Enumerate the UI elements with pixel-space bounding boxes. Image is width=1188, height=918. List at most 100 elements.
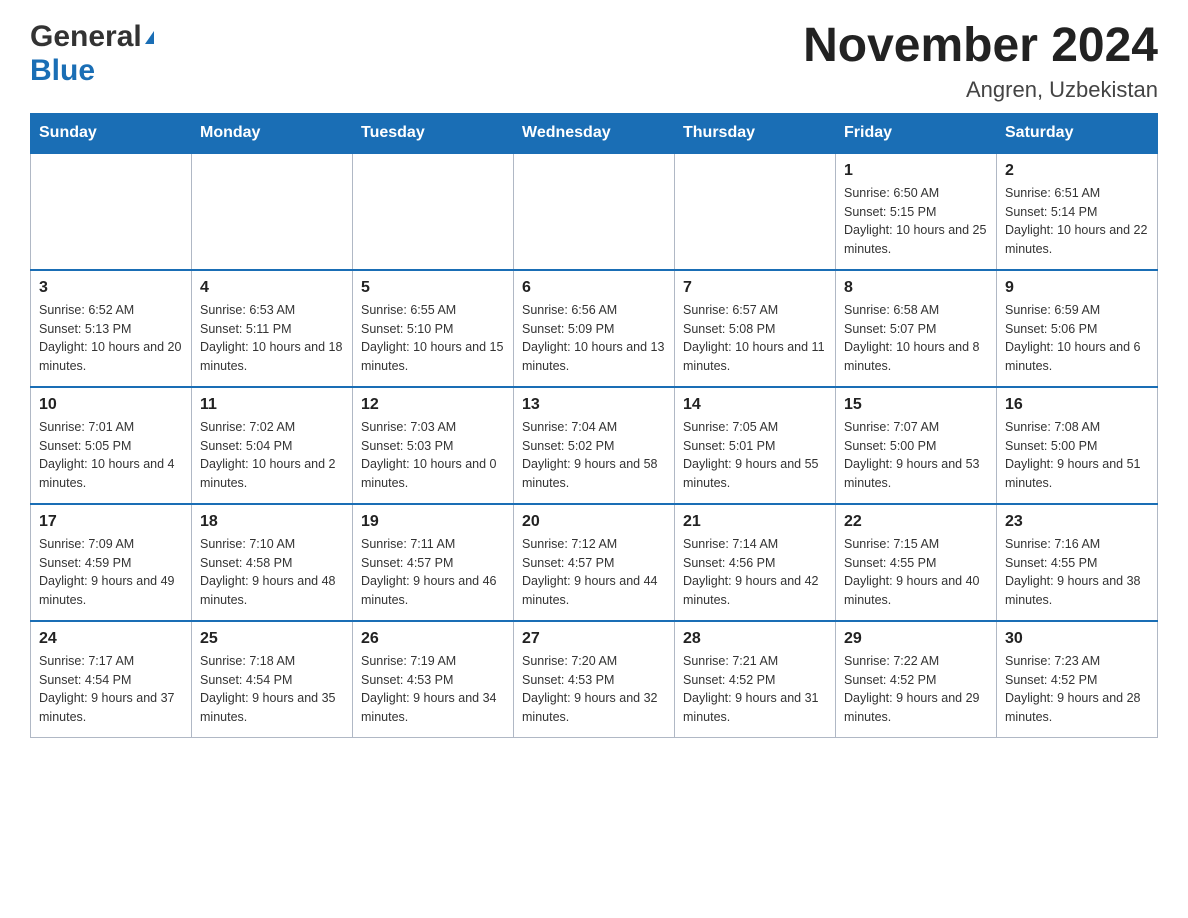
- month-title: November 2024: [803, 20, 1158, 73]
- day-number: 10: [39, 396, 183, 414]
- logo-general-text: General: [30, 20, 154, 53]
- logo-blue-text: Blue: [30, 54, 95, 88]
- day-info: Sunrise: 7:19 AMSunset: 4:53 PMDaylight:…: [361, 652, 505, 727]
- calendar-table: SundayMondayTuesdayWednesdayThursdayFrid…: [30, 113, 1158, 738]
- location: Angren, Uzbekistan: [803, 77, 1158, 103]
- logo-text: General: [30, 20, 154, 54]
- day-number: 26: [361, 630, 505, 648]
- calendar-cell: 19 Sunrise: 7:11 AMSunset: 4:57 PMDayligh…: [353, 504, 514, 621]
- calendar-cell: [353, 153, 514, 270]
- calendar-cell: [675, 153, 836, 270]
- calendar-cell: 8 Sunrise: 6:58 AMSunset: 5:07 PMDaylight…: [836, 270, 997, 387]
- calendar-cell: 30 Sunrise: 7:23 AMSunset: 4:52 PMDayligh…: [997, 621, 1158, 738]
- calendar-cell: 23 Sunrise: 7:16 AMSunset: 4:55 PMDayligh…: [997, 504, 1158, 621]
- calendar-cell: 13Sunrise: 7:04 AMSunset: 5:02 PMDayligh…: [514, 387, 675, 504]
- day-info: Sunrise: 7:16 AMSunset: 4:55 PMDaylight:…: [1005, 535, 1149, 610]
- page-header: General Blue November 2024 Angren, Uzbek…: [30, 20, 1158, 103]
- weekday-header-wednesday: Wednesday: [514, 113, 675, 153]
- calendar-cell: 21Sunrise: 7:14 AMSunset: 4:56 PMDayligh…: [675, 504, 836, 621]
- weekday-header-thursday: Thursday: [675, 113, 836, 153]
- week-row-0: 1 Sunrise: 6:50 AMSunset: 5:15 PMDaylight…: [31, 153, 1158, 270]
- day-number: 12: [361, 396, 505, 414]
- day-number: 17: [39, 513, 183, 531]
- day-info: Sunrise: 7:04 AMSunset: 5:02 PMDaylight:…: [522, 418, 666, 493]
- day-info: Sunrise: 7:12 AMSunset: 4:57 PMDaylight:…: [522, 535, 666, 610]
- day-info: Sunrise: 7:09 AMSunset: 4:59 PMDaylight:…: [39, 535, 183, 610]
- calendar-cell: 16 Sunrise: 7:08 AMSunset: 5:00 PMDayligh…: [997, 387, 1158, 504]
- day-number: 23: [1005, 513, 1149, 531]
- calendar-cell: [192, 153, 353, 270]
- day-number: 18: [200, 513, 344, 531]
- day-number: 9: [1005, 279, 1149, 297]
- day-number: 28: [683, 630, 827, 648]
- week-row-2: 10 Sunrise: 7:01 AMSunset: 5:05 PMDayligh…: [31, 387, 1158, 504]
- day-number: 8: [844, 279, 988, 297]
- weekday-header-row: SundayMondayTuesdayWednesdayThursdayFrid…: [31, 113, 1158, 153]
- calendar-cell: 17 Sunrise: 7:09 AMSunset: 4:59 PMDayligh…: [31, 504, 192, 621]
- day-number: 25: [200, 630, 344, 648]
- weekday-header-friday: Friday: [836, 113, 997, 153]
- day-info: Sunrise: 7:23 AMSunset: 4:52 PMDaylight:…: [1005, 652, 1149, 727]
- calendar-cell: 2Sunrise: 6:51 AMSunset: 5:14 PMDaylight…: [997, 153, 1158, 270]
- calendar-cell: 28Sunrise: 7:21 AMSunset: 4:52 PMDayligh…: [675, 621, 836, 738]
- calendar-cell: 9 Sunrise: 6:59 AMSunset: 5:06 PMDaylight…: [997, 270, 1158, 387]
- calendar-cell: [514, 153, 675, 270]
- day-info: Sunrise: 7:11 AMSunset: 4:57 PMDaylight:…: [361, 535, 505, 610]
- day-number: 6: [522, 279, 666, 297]
- day-info: Sunrise: 7:03 AMSunset: 5:03 PMDaylight:…: [361, 418, 505, 493]
- day-number: 16: [1005, 396, 1149, 414]
- day-number: 4: [200, 279, 344, 297]
- day-info: Sunrise: 7:07 AMSunset: 5:00 PMDaylight:…: [844, 418, 988, 493]
- day-info: Sunrise: 6:59 AMSunset: 5:06 PMDaylight:…: [1005, 301, 1149, 376]
- day-info: Sunrise: 6:50 AMSunset: 5:15 PMDaylight:…: [844, 184, 988, 259]
- day-number: 2: [1005, 162, 1149, 180]
- day-number: 14: [683, 396, 827, 414]
- day-info: Sunrise: 7:10 AMSunset: 4:58 PMDaylight:…: [200, 535, 344, 610]
- calendar-cell: 4 Sunrise: 6:53 AMSunset: 5:11 PMDaylight…: [192, 270, 353, 387]
- day-number: 20: [522, 513, 666, 531]
- day-number: 27: [522, 630, 666, 648]
- day-number: 19: [361, 513, 505, 531]
- calendar-cell: 15Sunrise: 7:07 AMSunset: 5:00 PMDayligh…: [836, 387, 997, 504]
- day-number: 24: [39, 630, 183, 648]
- weekday-header-tuesday: Tuesday: [353, 113, 514, 153]
- day-info: Sunrise: 7:20 AMSunset: 4:53 PMDaylight:…: [522, 652, 666, 727]
- calendar-cell: 25 Sunrise: 7:18 AMSunset: 4:54 PMDayligh…: [192, 621, 353, 738]
- day-number: 5: [361, 279, 505, 297]
- day-info: Sunrise: 7:17 AMSunset: 4:54 PMDaylight:…: [39, 652, 183, 727]
- calendar-cell: 27 Sunrise: 7:20 AMSunset: 4:53 PMDayligh…: [514, 621, 675, 738]
- day-info: Sunrise: 7:05 AMSunset: 5:01 PMDaylight:…: [683, 418, 827, 493]
- logo: General Blue: [30, 20, 154, 88]
- weekday-header-monday: Monday: [192, 113, 353, 153]
- weekday-header-saturday: Saturday: [997, 113, 1158, 153]
- calendar-cell: [31, 153, 192, 270]
- calendar-cell: 12 Sunrise: 7:03 AMSunset: 5:03 PMDayligh…: [353, 387, 514, 504]
- day-number: 1: [844, 162, 988, 180]
- logo-triangle-icon: [145, 31, 154, 44]
- day-number: 30: [1005, 630, 1149, 648]
- calendar-cell: 24 Sunrise: 7:17 AMSunset: 4:54 PMDayligh…: [31, 621, 192, 738]
- calendar-cell: 1 Sunrise: 6:50 AMSunset: 5:15 PMDaylight…: [836, 153, 997, 270]
- day-number: 29: [844, 630, 988, 648]
- day-info: Sunrise: 6:57 AMSunset: 5:08 PMDaylight:…: [683, 301, 827, 376]
- calendar-cell: 18 Sunrise: 7:10 AMSunset: 4:58 PMDayligh…: [192, 504, 353, 621]
- day-info: Sunrise: 7:01 AMSunset: 5:05 PMDaylight:…: [39, 418, 183, 493]
- week-row-3: 17 Sunrise: 7:09 AMSunset: 4:59 PMDayligh…: [31, 504, 1158, 621]
- day-info: Sunrise: 7:22 AMSunset: 4:52 PMDaylight:…: [844, 652, 988, 727]
- day-info: Sunrise: 6:58 AMSunset: 5:07 PMDaylight:…: [844, 301, 988, 376]
- calendar-cell: 7Sunrise: 6:57 AMSunset: 5:08 PMDaylight…: [675, 270, 836, 387]
- calendar-cell: 3Sunrise: 6:52 AMSunset: 5:13 PMDaylight…: [31, 270, 192, 387]
- week-row-4: 24 Sunrise: 7:17 AMSunset: 4:54 PMDayligh…: [31, 621, 1158, 738]
- week-row-1: 3Sunrise: 6:52 AMSunset: 5:13 PMDaylight…: [31, 270, 1158, 387]
- calendar-cell: 29 Sunrise: 7:22 AMSunset: 4:52 PMDayligh…: [836, 621, 997, 738]
- weekday-header-sunday: Sunday: [31, 113, 192, 153]
- calendar-cell: 22Sunrise: 7:15 AMSunset: 4:55 PMDayligh…: [836, 504, 997, 621]
- calendar-cell: 11Sunrise: 7:02 AMSunset: 5:04 PMDayligh…: [192, 387, 353, 504]
- calendar-cell: 5 Sunrise: 6:55 AMSunset: 5:10 PMDaylight…: [353, 270, 514, 387]
- day-info: Sunrise: 7:18 AMSunset: 4:54 PMDaylight:…: [200, 652, 344, 727]
- day-info: Sunrise: 7:08 AMSunset: 5:00 PMDaylight:…: [1005, 418, 1149, 493]
- day-info: Sunrise: 6:53 AMSunset: 5:11 PMDaylight:…: [200, 301, 344, 376]
- calendar-cell: 14 Sunrise: 7:05 AMSunset: 5:01 PMDayligh…: [675, 387, 836, 504]
- day-info: Sunrise: 6:55 AMSunset: 5:10 PMDaylight:…: [361, 301, 505, 376]
- title-block: November 2024 Angren, Uzbekistan: [803, 20, 1158, 103]
